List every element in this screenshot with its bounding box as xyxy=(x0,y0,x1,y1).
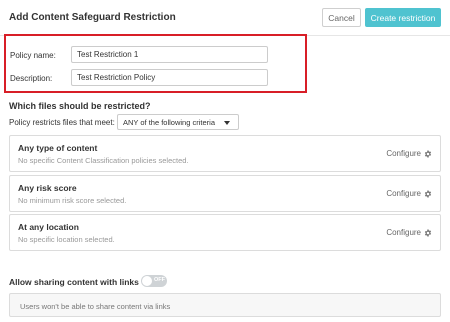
content-type-card: Any type of content No specific Content … xyxy=(9,135,441,172)
sharing-info-box: Users won't be able to share content via… xyxy=(9,293,441,317)
toggle-knob xyxy=(142,276,152,286)
card-title: Any type of content xyxy=(18,143,98,153)
criteria-dropdown[interactable]: ANY of the following criteria xyxy=(117,114,239,130)
dialog-header: Add Content Safeguard Restriction Cancel… xyxy=(0,0,450,36)
sharing-label: Allow sharing content with links xyxy=(9,277,139,287)
dialog-title: Add Content Safeguard Restriction xyxy=(9,12,176,23)
card-subtitle: No specific Content Classification polic… xyxy=(18,156,189,165)
cancel-button[interactable]: Cancel xyxy=(322,8,361,27)
sharing-toggle[interactable]: OFF xyxy=(141,275,167,287)
card-title: Any risk score xyxy=(18,183,77,193)
gear-icon xyxy=(424,229,432,236)
configure-label: Configure xyxy=(386,189,421,198)
risk-score-card: Any risk score No minimum risk score sel… xyxy=(9,175,441,212)
configure-risk-score-button[interactable]: Configure xyxy=(386,189,432,198)
gear-icon xyxy=(424,150,432,157)
criteria-selected-value: ANY of the following criteria xyxy=(123,117,215,127)
configure-content-type-button[interactable]: Configure xyxy=(386,149,432,158)
caret-down-icon xyxy=(224,121,230,125)
card-subtitle: No specific location selected. xyxy=(18,235,115,244)
criteria-label: Policy restricts files that meet: xyxy=(9,118,115,127)
configure-label: Configure xyxy=(386,149,421,158)
policy-name-input[interactable]: Test Restriction 1 xyxy=(71,46,268,63)
create-restriction-button[interactable]: Create restriction xyxy=(365,8,441,27)
location-card: At any location No specific location sel… xyxy=(9,214,441,251)
policy-name-label: Policy name: xyxy=(10,51,56,60)
description-label: Description: xyxy=(10,74,53,83)
toggle-state-text: OFF xyxy=(154,277,165,283)
description-input[interactable]: Test Restriction Policy xyxy=(71,69,268,86)
sharing-info-text: Users won't be able to share content via… xyxy=(20,302,171,311)
gear-icon xyxy=(424,190,432,197)
configure-label: Configure xyxy=(386,228,421,237)
card-subtitle: No minimum risk score selected. xyxy=(18,196,127,205)
card-title: At any location xyxy=(18,222,79,232)
restriction-criteria-heading: Which files should be restricted? xyxy=(9,101,151,111)
configure-location-button[interactable]: Configure xyxy=(386,228,432,237)
